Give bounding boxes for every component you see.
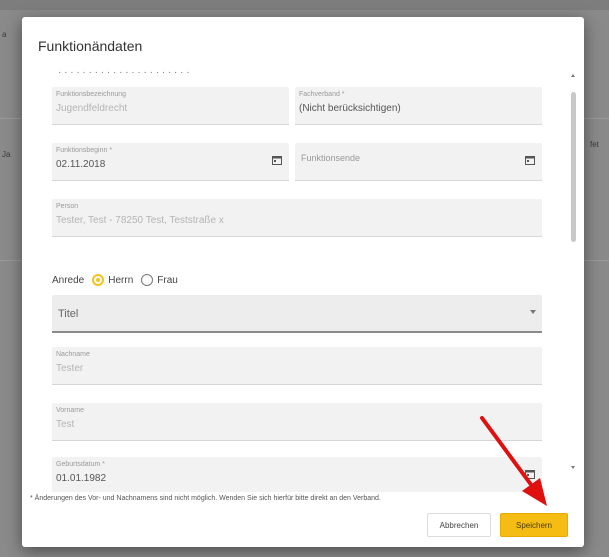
background-text: Ja: [2, 150, 11, 159]
scroll-down-arrow-icon[interactable]: [571, 466, 575, 469]
first-name-field: Vorname Test: [52, 403, 542, 441]
function-name-field: Funktionsbezeichnung Jugendfeldrecht: [52, 87, 289, 125]
cut-off-text: · · · · · · · · · · · · · · · · · · · · …: [58, 67, 190, 78]
field-label: Nachname: [56, 351, 90, 358]
last-name-field: Nachname Tester: [52, 347, 542, 385]
radio-frau[interactable]: [141, 274, 154, 286]
calendar-icon[interactable]: [525, 155, 535, 165]
dialog-title: Funktionändaten: [38, 38, 143, 54]
birth-date-field[interactable]: Geburtsdatum * 01.01.1982: [52, 457, 542, 492]
field-value: 01.01.1982: [56, 473, 107, 484]
field-label: Funktionsbeginn *: [56, 147, 113, 154]
function-end-date-field[interactable]: Funktionsende: [295, 143, 542, 181]
edit-function-dialog: Funktionändaten · · · · · · · · · · · · …: [22, 17, 584, 547]
field-value: Test: [56, 419, 75, 430]
radio-herrn[interactable]: [92, 274, 105, 286]
field-value: Tester, Test - 78250 Test, Teststraße x: [56, 215, 224, 226]
field-label: Fachverband *: [299, 91, 345, 98]
field-value: 02.11.2018: [56, 159, 106, 170]
salutation-radio-group: Anrede Herrn Frau: [52, 272, 178, 288]
field-label: Vorname: [56, 407, 85, 414]
scrollbar-thumb[interactable]: [571, 92, 576, 242]
save-button[interactable]: Speichern: [500, 513, 568, 537]
radio-frau-label[interactable]: Frau: [157, 275, 178, 286]
function-start-date-field[interactable]: Funktionsbeginn * 02.11.2018: [52, 143, 289, 181]
salutation-label: Anrede: [52, 274, 85, 286]
cancel-button[interactable]: Abbrechen: [427, 513, 491, 537]
dialog-scrollbar[interactable]: [569, 74, 578, 474]
field-value: Jugendfeldrecht: [56, 103, 128, 114]
field-value: (Nicht berücksichtigen): [299, 103, 401, 114]
person-field: Person Tester, Test - 78250 Test, Testst…: [52, 199, 542, 237]
field-placeholder: Funktionsende: [301, 153, 361, 163]
background-page-header: [0, 0, 609, 10]
field-value: Tester: [56, 363, 84, 374]
radio-herrn-label[interactable]: Herrn: [108, 275, 133, 286]
field-label: Funktionsbezeichnung: [56, 91, 127, 98]
field-label: Geburtsdatum *: [56, 461, 106, 468]
background-text: fet: [590, 140, 599, 149]
field-label: Person: [56, 203, 79, 210]
chevron-down-icon[interactable]: [530, 310, 536, 314]
calendar-icon[interactable]: [525, 469, 535, 479]
dialog-scroll-area[interactable]: · · · · · · · · · · · · · · · · · · · · …: [52, 67, 572, 492]
field-placeholder: Titel: [58, 308, 79, 320]
name-change-footnote: * Änderungen des Vor- und Nachnamens sin…: [30, 495, 381, 502]
fachverband-field[interactable]: Fachverband * (Nicht berücksichtigen): [295, 87, 542, 125]
scroll-up-arrow-icon[interactable]: [571, 74, 575, 77]
calendar-icon[interactable]: [272, 155, 282, 165]
title-select[interactable]: Titel: [52, 295, 542, 333]
background-text: a: [2, 30, 7, 39]
